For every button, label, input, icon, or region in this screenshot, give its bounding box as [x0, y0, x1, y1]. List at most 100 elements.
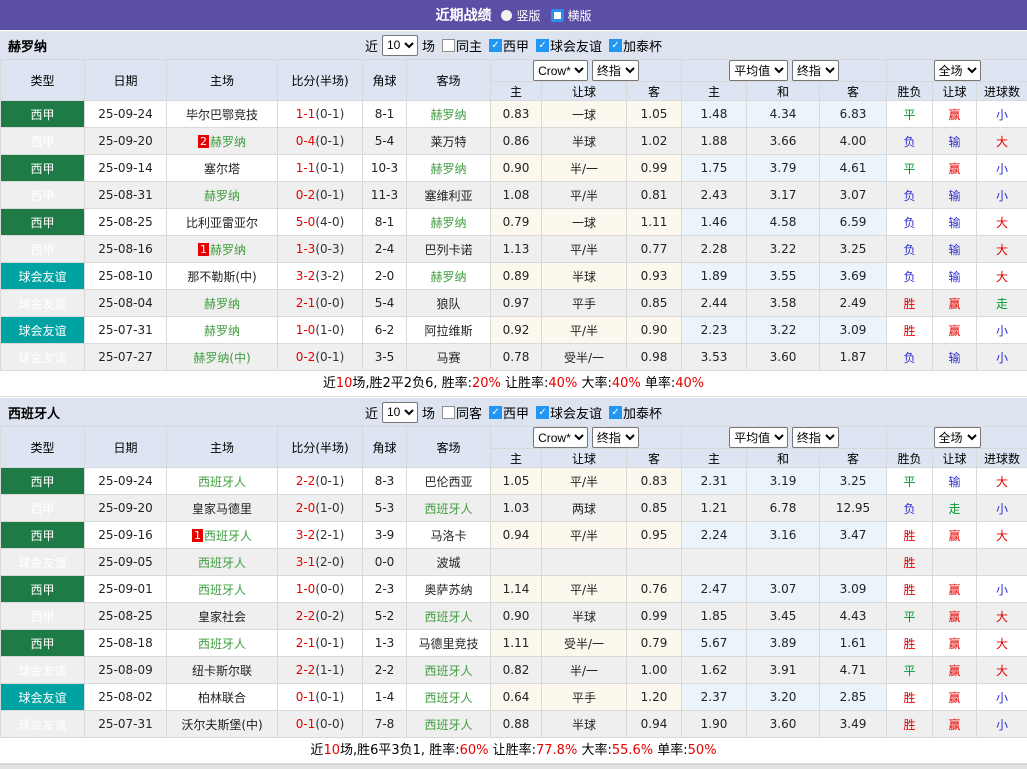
avg-draw-cell: 3.19 [747, 468, 820, 495]
team-name: 西班牙人 [424, 664, 472, 678]
result-handicap-cell: 赢 [933, 317, 977, 344]
odds-handicap-cell: 半球 [542, 603, 627, 630]
filter-checkbox-西甲[interactable]: ✓西甲 [489, 36, 529, 55]
team-name: 赫罗纳 [204, 189, 240, 203]
fulltime-score: 5-0 [296, 215, 316, 229]
checkbox-checked-icon[interactable]: ✓ [609, 406, 622, 419]
odds-away-cell: 1.02 [627, 128, 682, 155]
halftime-score: (1-0) [315, 323, 344, 337]
league-cell: 球会友谊 [1, 657, 85, 684]
page-title: 近期战绩 [435, 5, 491, 25]
fullmatch-scope-select[interactable]: 全场 [934, 60, 981, 81]
team-name: 马洛卡 [430, 529, 466, 543]
filter-checkbox-球会友谊[interactable]: ✓球会友谊 [536, 36, 602, 55]
avg-away-cell: 3.47 [820, 522, 887, 549]
titlebar: 近期战绩 竖版 横版 [0, 0, 1027, 30]
fullmatch-scope-select[interactable]: 全场 [934, 427, 981, 448]
avg-draw-cell: 3.22 [747, 317, 820, 344]
odds-away-cell: 0.98 [627, 344, 682, 371]
avg-final-select[interactable]: 终指 [792, 427, 839, 448]
avg-away-cell: 6.59 [820, 209, 887, 236]
checkbox-checked-icon[interactable]: ✓ [609, 39, 622, 52]
result-wdl-cell: 平 [887, 155, 933, 182]
checkbox-checked-icon[interactable]: ✓ [489, 406, 502, 419]
away-team-cell: 莱万特 [407, 128, 491, 155]
fulltime-score: 2-1 [296, 636, 316, 650]
table-row: 西甲25-09-24西班牙人2-2(0-1)8-3巴伦西亚1.05平/半0.83… [1, 468, 1027, 495]
checkbox-unchecked-icon[interactable] [442, 39, 455, 52]
odds-handicap-cell: 半/一 [542, 155, 627, 182]
odds-home-cell: 0.79 [491, 209, 542, 236]
corner-cell: 11-3 [363, 182, 407, 209]
table-row: 西甲25-09-24毕尔巴鄂竞技1-1(0-1)8-1赫罗纳0.83一球1.05… [1, 101, 1027, 128]
odds-source-select[interactable]: Crow* [533, 60, 588, 81]
team-name: 沃尔夫斯堡(中) [181, 718, 262, 732]
odds-home-cell: 0.94 [491, 522, 542, 549]
filter-bar: 近 10 场 同主✓西甲✓球会友谊✓加泰杯 [365, 35, 662, 56]
layout-horizontal-option[interactable]: 横版 [551, 7, 592, 24]
odds-final-select[interactable]: 终指 [592, 60, 639, 81]
odds-away-cell: 1.11 [627, 209, 682, 236]
radio-unselected-icon[interactable] [501, 10, 512, 21]
avg-away-cell: 1.61 [820, 630, 887, 657]
subcol-avg-draw: 和 [747, 449, 820, 468]
filter-checkbox-加泰杯[interactable]: ✓加泰杯 [609, 36, 662, 55]
team-name: 赫罗纳 [430, 108, 466, 122]
avg-home-cell: 1.90 [682, 711, 747, 738]
date-cell: 25-09-20 [85, 128, 167, 155]
checkbox-checked-icon[interactable]: ✓ [489, 39, 502, 52]
avg-final-select[interactable]: 终指 [792, 60, 839, 81]
filter-checkbox-球会友谊[interactable]: ✓球会友谊 [536, 403, 602, 422]
checkbox-checked-icon[interactable]: ✓ [536, 39, 549, 52]
avg-draw-cell: 4.34 [747, 101, 820, 128]
odds-handicap-cell: 平/半 [542, 522, 627, 549]
odds-home-cell: 1.11 [491, 630, 542, 657]
date-cell: 25-09-01 [85, 576, 167, 603]
score-cell: 1-1(0-1) [278, 101, 363, 128]
col-header-corner: 角球 [363, 60, 407, 101]
team-name: 赫罗纳 [210, 135, 246, 149]
score-cell: 2-2(0-2) [278, 603, 363, 630]
league-cell: 西甲 [1, 101, 85, 128]
radio-selected-icon[interactable] [551, 9, 564, 22]
fulltime-score: 3-2 [296, 269, 316, 283]
odds-final-select[interactable]: 终指 [592, 427, 639, 448]
avg-home-cell: 2.43 [682, 182, 747, 209]
avg-home-cell: 1.75 [682, 155, 747, 182]
filter-checkbox-加泰杯[interactable]: ✓加泰杯 [609, 403, 662, 422]
match-count-select[interactable]: 10 [382, 402, 418, 423]
halftime-score: (0-1) [315, 350, 344, 364]
avg-select[interactable]: 平均值 [729, 427, 788, 448]
team-name: 皇家马德里 [192, 502, 252, 516]
checkbox-unchecked-icon[interactable] [442, 406, 455, 419]
rank-badge: 1 [192, 529, 203, 542]
filter-checkbox-同主[interactable]: 同主 [442, 36, 482, 55]
summary-segment: 单率: [641, 376, 676, 391]
subcol-handicap: 让球 [542, 449, 627, 468]
summary-segment: 40% [612, 376, 641, 391]
halftime-score: (2-0) [315, 555, 344, 569]
match-count-select[interactable]: 10 [382, 35, 418, 56]
date-cell: 25-09-24 [85, 101, 167, 128]
avg-select[interactable]: 平均值 [729, 60, 788, 81]
score-cell: 5-0(4-0) [278, 209, 363, 236]
fulltime-score: 2-2 [296, 663, 316, 677]
odds-handicap-cell: 平手 [542, 684, 627, 711]
home-team-cell: 西班牙人 [167, 468, 278, 495]
odds-source-select[interactable]: Crow* [533, 427, 588, 448]
result-handicap-cell: 输 [933, 128, 977, 155]
layout-vertical-option[interactable]: 竖版 [501, 7, 540, 24]
odds-away-cell: 0.81 [627, 182, 682, 209]
table-row: 球会友谊25-08-02柏林联合0-1(0-1)1-4西班牙人0.64平手1.2… [1, 684, 1027, 711]
team-name: 西班牙人 [198, 637, 246, 651]
avg-draw-cell: 3.22 [747, 236, 820, 263]
filter-checkbox-同客[interactable]: 同客 [442, 403, 482, 422]
avg-home-cell: 2.44 [682, 290, 747, 317]
away-team-cell: 马赛 [407, 344, 491, 371]
layout-horizontal-label: 横版 [568, 7, 592, 24]
odds-handicap-cell [542, 549, 627, 576]
filter-checkbox-西甲[interactable]: ✓西甲 [489, 403, 529, 422]
checkbox-checked-icon[interactable]: ✓ [536, 406, 549, 419]
layout-vertical-label: 竖版 [516, 7, 540, 24]
result-wdl-cell: 平 [887, 603, 933, 630]
